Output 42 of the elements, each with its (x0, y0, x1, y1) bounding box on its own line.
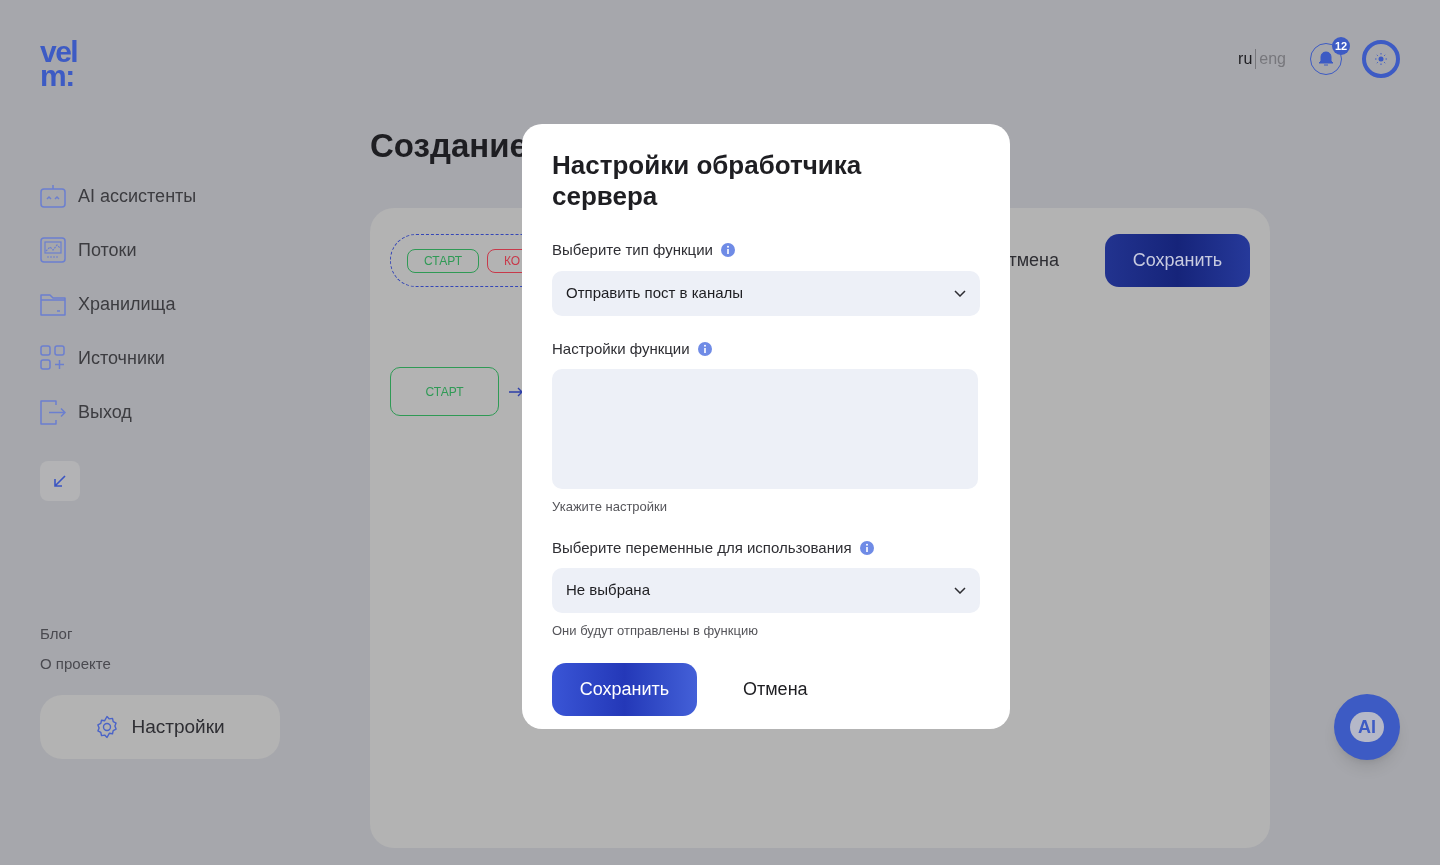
info-icon (720, 243, 735, 258)
sidebar-item[interactable]: Источники (40, 345, 165, 371)
save-button[interactable]: Сохранить (1105, 234, 1250, 287)
sidebar-item[interactable]: Выход (40, 399, 132, 425)
collapse-button[interactable] (40, 461, 80, 501)
sun-icon (1375, 53, 1387, 65)
bell-icon (1318, 51, 1334, 67)
save-button[interactable]: Сохранить (552, 662, 697, 716)
language-option[interactable]: ru (1238, 47, 1253, 71)
info-icon (859, 540, 874, 555)
cancel-button[interactable]: тмена (1008, 247, 1059, 274)
field-hint: Укажите настройки (552, 498, 668, 516)
theme-toggle[interactable] (1362, 40, 1400, 78)
dialog-title: Настройки обработчика сервера (552, 150, 863, 212)
settings-icon (95, 715, 120, 739)
arrow-icon (54, 475, 66, 487)
chevron-down-icon (954, 587, 966, 594)
field-label: Выберите переменные для использования (552, 537, 852, 558)
cancel-button[interactable]: Отмена (743, 675, 808, 703)
footer-link[interactable]: Блог (40, 619, 73, 649)
sidebar-item[interactable]: Хранилища (40, 291, 176, 317)
folder-icon (40, 291, 66, 317)
page-title: Создание (370, 126, 528, 166)
logo[interactable]: vel m: (40, 40, 78, 88)
exit-icon (40, 399, 66, 425)
robot-icon (40, 183, 66, 209)
arrow-icon (509, 386, 523, 397)
chevron-down-icon (954, 289, 966, 297)
notification-badge: 12 (1332, 37, 1350, 55)
settings-button[interactable]: Настройки (40, 695, 280, 759)
sidebar-item[interactable]: AI ассистенты (40, 183, 197, 209)
field-hint: Они будут отправлены в функцию (552, 622, 758, 640)
chart-icon (40, 237, 66, 263)
grid-add-icon (40, 345, 66, 371)
dropdown[interactable]: Не выбрана (552, 568, 980, 613)
info-icon (697, 341, 712, 356)
field-label: Настройки функции (552, 338, 690, 359)
sidebar-item[interactable]: Потоки (40, 237, 137, 263)
dropdown[interactable]: Отправить пост в каналы (552, 270, 980, 316)
field-label: Выберите тип функции (552, 240, 713, 260)
footer-link[interactable]: О проекте (40, 649, 111, 679)
assistant-button[interactable]: AI (1334, 694, 1400, 760)
